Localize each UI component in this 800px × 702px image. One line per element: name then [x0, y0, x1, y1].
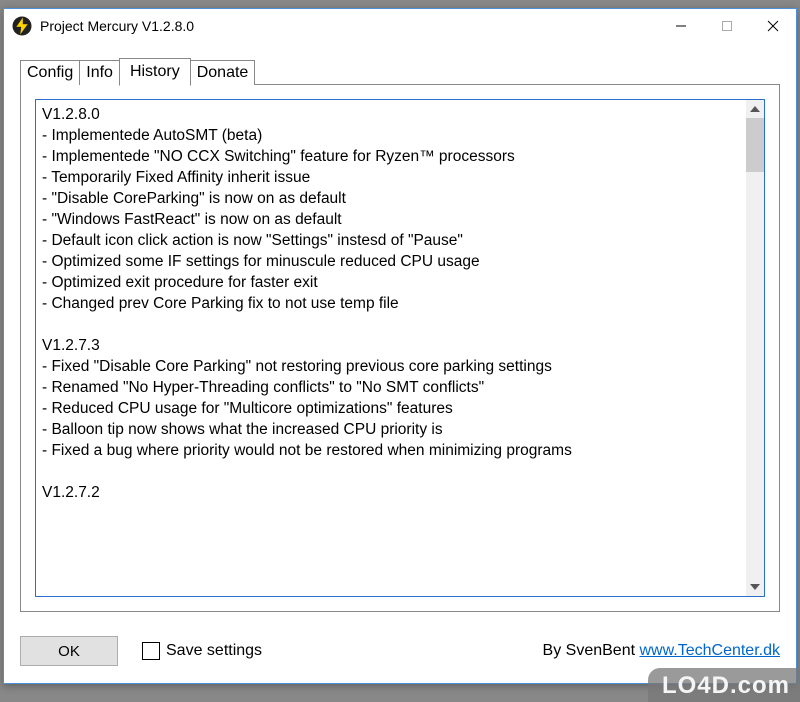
scroll-thumb[interactable]: [746, 118, 764, 172]
ok-button[interactable]: OK: [20, 636, 118, 666]
close-button[interactable]: [750, 9, 796, 43]
history-version: V1.2.7.3: [42, 335, 738, 356]
history-content: V1.2.8.0- Implementede AutoSMT (beta)- I…: [36, 100, 744, 596]
scroll-up-icon[interactable]: [746, 100, 764, 118]
minimize-button[interactable]: [658, 9, 704, 43]
history-version: V1.2.7.2: [42, 482, 738, 503]
tab-donate[interactable]: Donate: [190, 60, 256, 85]
history-line: - Reduced CPU usage for "Multicore optim…: [42, 398, 738, 419]
history-line: - Optimized exit procedure for faster ex…: [42, 272, 738, 293]
history-line: - Optimized some IF settings for minuscu…: [42, 251, 738, 272]
history-line: - Default icon click action is now "Sett…: [42, 230, 738, 251]
history-line: - Balloon tip now shows what the increas…: [42, 419, 738, 440]
history-version: V1.2.8.0: [42, 104, 738, 125]
save-settings-checkbox[interactable]: [142, 642, 160, 660]
history-line: - Changed prev Core Parking fix to not u…: [42, 293, 738, 314]
blank-line: [42, 461, 738, 482]
blank-line: [42, 314, 738, 335]
history-line: - Implementede AutoSMT (beta): [42, 125, 738, 146]
tab-history[interactable]: History: [119, 58, 191, 86]
maximize-button[interactable]: [704, 9, 750, 43]
scroll-down-icon[interactable]: [746, 578, 764, 596]
history-line: - Renamed "No Hyper-Threading conflicts"…: [42, 377, 738, 398]
save-settings-label: Save settings: [166, 642, 262, 660]
window-title: Project Mercury V1.2.8.0: [40, 18, 658, 34]
history-line: - Implementede "NO CCX Switching" featur…: [42, 146, 738, 167]
history-line: - Fixed a bug where priority would not b…: [42, 440, 738, 461]
tab-panel-history: V1.2.8.0- Implementede AutoSMT (beta)- I…: [20, 84, 780, 612]
app-window: Project Mercury V1.2.8.0 Config Info His…: [3, 8, 797, 684]
history-line: - "Windows FastReact" is now on as defau…: [42, 209, 738, 230]
tab-info[interactable]: Info: [79, 60, 120, 85]
history-line: - Temporarily Fixed Affinity inherit iss…: [42, 167, 738, 188]
history-line: - Fixed "Disable Core Parking" not resto…: [42, 356, 738, 377]
content-area: Config Info History Donate V1.2.8.0- Imp…: [4, 43, 796, 624]
watermark: LO4D.com: [648, 668, 800, 702]
tab-config[interactable]: Config: [20, 60, 80, 85]
scrollbar[interactable]: [746, 100, 764, 596]
credits-link[interactable]: www.TechCenter.dk: [639, 642, 780, 659]
tab-strip: Config Info History Donate: [20, 57, 780, 85]
history-line: - "Disable CoreParking" is now on as def…: [42, 188, 738, 209]
app-icon: [12, 16, 32, 36]
credits: By SvenBent www.TechCenter.dk: [543, 642, 780, 660]
titlebar: Project Mercury V1.2.8.0: [4, 9, 796, 43]
history-textbox[interactable]: V1.2.8.0- Implementede AutoSMT (beta)- I…: [35, 99, 765, 597]
scroll-track[interactable]: [746, 118, 764, 578]
credits-text: By SvenBent: [543, 642, 640, 659]
save-settings-checkbox-wrap: Save settings: [142, 642, 262, 660]
window-controls: [658, 9, 796, 43]
